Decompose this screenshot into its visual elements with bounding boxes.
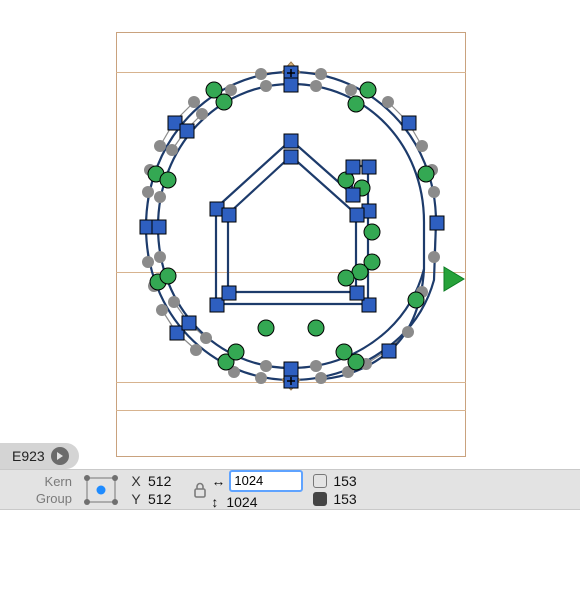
height-arrow-icon: ↕ [211,494,218,510]
panel-labels: Kern Group [0,474,76,506]
lock-icon[interactable] [193,481,207,499]
glyph-bounding-box [116,32,466,457]
rsb-box-icon [313,492,327,506]
group-label: Group [36,491,72,506]
height-value[interactable]: 1024 [222,494,290,510]
width-input[interactable] [229,470,303,492]
rsb-value[interactable]: 153 [333,491,356,507]
unicode-value: E923 [12,448,45,464]
transform-origin-widget[interactable] [78,472,124,508]
kern-label: Kern [45,474,72,489]
unicode-chip[interactable]: E923 [0,443,79,469]
x-label: X [130,473,142,489]
glyph-canvas[interactable]: E923 Kern Group X 512 [0,0,580,510]
metrics-panel: Kern Group X 512 Y 512 [0,469,580,510]
lsb-value[interactable]: 153 [333,473,356,489]
x-value[interactable]: 512 [148,473,171,489]
lsb-box-icon [313,474,327,488]
y-value[interactable]: 512 [148,491,171,507]
width-arrow-icon: ↔ [211,473,225,489]
y-label: Y [130,491,142,507]
arrow-right-circle-icon [51,447,69,465]
glyph-outline[interactable] [116,32,466,457]
